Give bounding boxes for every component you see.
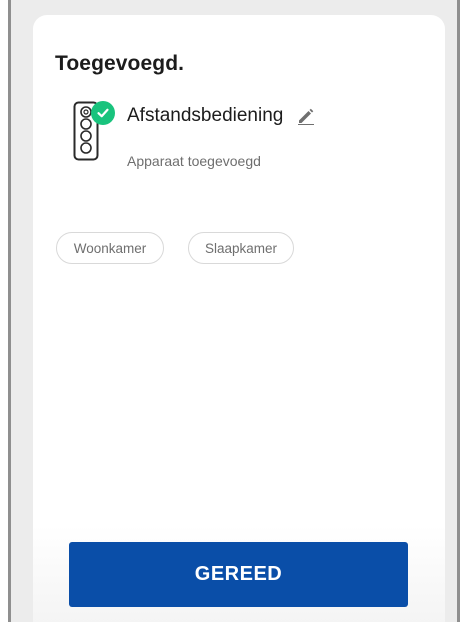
room-chip-slaapkamer[interactable]: Slaapkamer xyxy=(188,232,294,264)
screen: Toegevoegd. Afstandsbediening Apparaat t… xyxy=(0,0,467,622)
done-button[interactable]: GEREED xyxy=(69,542,408,607)
frame-border-right xyxy=(457,0,460,622)
pencil-icon[interactable] xyxy=(297,107,315,125)
room-chip-woonkamer[interactable]: Woonkamer xyxy=(56,232,164,264)
device-status: Apparaat toegevoegd xyxy=(127,153,261,169)
dialog-title: Toegevoegd. xyxy=(55,52,185,75)
device-name: Afstandsbediening xyxy=(127,105,284,126)
device-added-dialog: Toegevoegd. Afstandsbediening Apparaat t… xyxy=(33,15,445,622)
check-icon xyxy=(91,101,115,125)
